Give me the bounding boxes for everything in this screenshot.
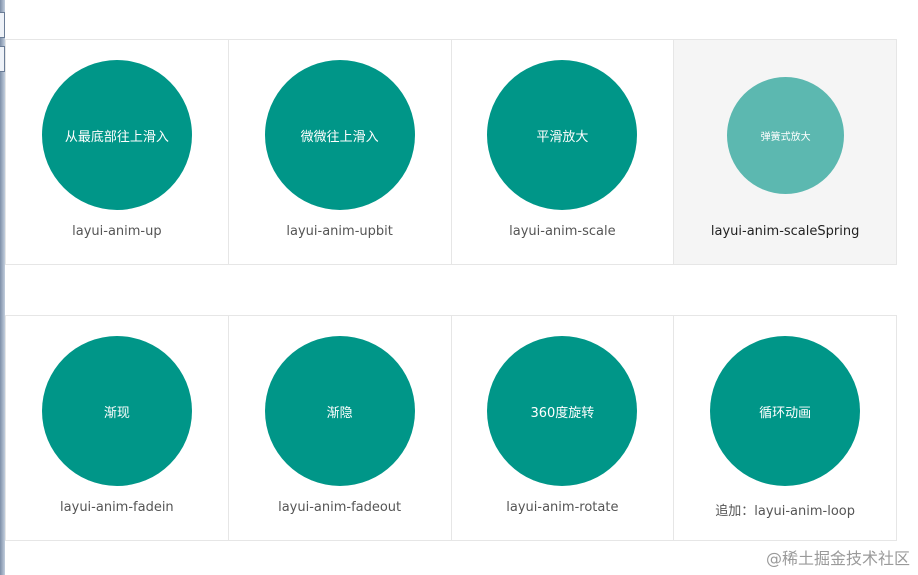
anim-demo-circle: 平滑放大 (487, 60, 638, 210)
anim-demo-text: 循环动画 (759, 405, 812, 421)
anim-demo-circle: 360度旋转 (487, 336, 638, 486)
anim-cell-scale[interactable]: 平滑放大 layui-anim-scale (452, 40, 675, 264)
page: 从最底部往上滑入 layui-anim-up 微微往上滑入 layui-anim… (0, 0, 918, 575)
anim-demo-text: 渐现 (103, 405, 130, 421)
anim-cell-rotate[interactable]: 360度旋转 layui-anim-rotate (452, 316, 675, 540)
anim-cell-scalespring[interactable]: 弹簧式放大 layui-anim-scaleSpring (674, 40, 896, 264)
anim-demo-circle: 循环动画 (710, 336, 861, 486)
anim-class-label: layui-anim-scale (509, 224, 616, 239)
anim-demo-text: 平滑放大 (536, 129, 589, 145)
anim-cell-up[interactable]: 从最底部往上滑入 layui-anim-up (6, 40, 229, 264)
anim-grid-row-2: 渐现 layui-anim-fadein 渐隐 layui-anim-fadeo… (5, 315, 897, 541)
anim-demo-circle: 渐隐 (264, 336, 415, 486)
anim-demo-text: 微微往上滑入 (300, 129, 379, 145)
anim-cell-fadeout[interactable]: 渐隐 layui-anim-fadeout (229, 316, 452, 540)
anim-cell-loop[interactable]: 循环动画 追加：layui-anim-loop (674, 316, 896, 540)
window-edge-tab[interactable] (0, 12, 5, 38)
anim-demo-circle: 弹簧式放大 (727, 77, 845, 194)
anim-class-label: layui-anim-rotate (506, 500, 619, 515)
anim-grid-row-1: 从最底部往上滑入 layui-anim-up 微微往上滑入 layui-anim… (5, 39, 897, 265)
anim-demo-circle: 微微往上滑入 (264, 60, 415, 210)
anim-class-label: layui-anim-up (72, 224, 162, 239)
anim-class-label: layui-anim-fadein (60, 500, 174, 515)
anim-demo-text: 弹簧式放大 (760, 132, 811, 143)
watermark: @稀土掘金技术社区 (765, 549, 910, 568)
anim-cell-fadein[interactable]: 渐现 layui-anim-fadein (6, 316, 229, 540)
anim-class-label: layui-anim-fadeout (278, 500, 402, 515)
anim-demo-text: 渐隐 (326, 405, 353, 421)
anim-demo-circle: 渐现 (41, 336, 192, 486)
anim-class-label: layui-anim-upbit (286, 224, 393, 239)
anim-demo-circle: 从最底部往上滑入 (41, 60, 192, 210)
anim-class-label: 追加：layui-anim-loop (715, 504, 855, 519)
anim-class-label: layui-anim-scaleSpring (710, 224, 860, 239)
anim-demo-text: 从最底部往上滑入 (64, 129, 169, 145)
anim-cell-upbit[interactable]: 微微往上滑入 layui-anim-upbit (229, 40, 452, 264)
anim-demo-text: 360度旋转 (530, 405, 595, 421)
